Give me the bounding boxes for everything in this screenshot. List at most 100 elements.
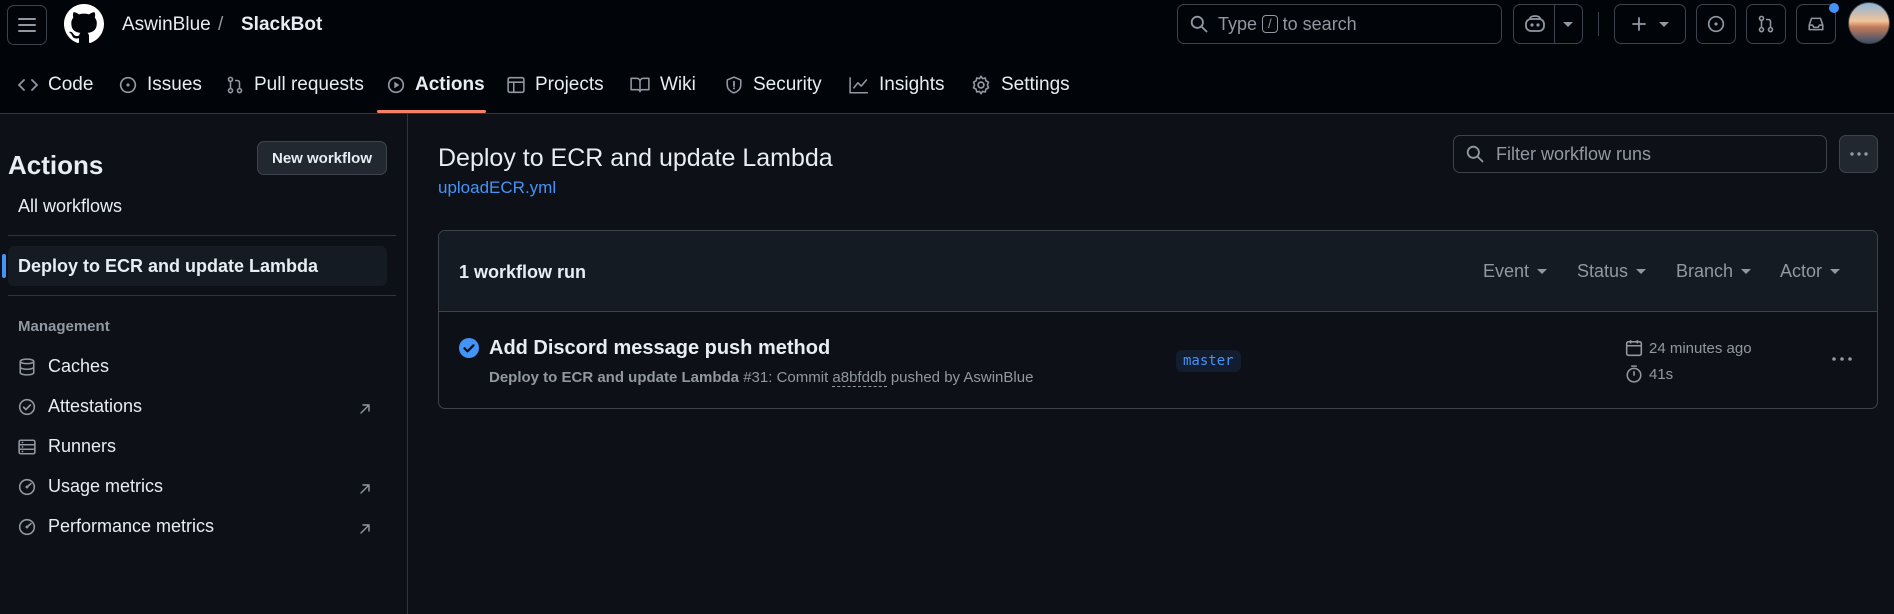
graph-icon — [849, 77, 868, 94]
tab-actions[interactable]: Actions — [387, 70, 485, 100]
tab-code[interactable]: Code — [18, 70, 93, 100]
tab-label: Code — [48, 74, 94, 95]
menu-button[interactable] — [7, 5, 47, 45]
run-duration: 41s — [1625, 365, 1673, 383]
chevron-down-icon — [1562, 21, 1573, 27]
filter-runs-input[interactable]: Filter workflow runs — [1453, 135, 1827, 173]
create-new-button[interactable] — [1614, 4, 1686, 44]
run-commit-prefix: : Commit — [768, 369, 829, 386]
success-check-icon — [459, 338, 479, 358]
tab-label: Settings — [1001, 74, 1070, 95]
branch-label[interactable]: master — [1176, 350, 1241, 372]
run-workflow-name: Deploy to ECR and update Lambda — [489, 369, 740, 386]
meter-icon — [18, 478, 36, 495]
filter-event[interactable]: Event — [1483, 261, 1548, 282]
filter-actor[interactable]: Actor — [1780, 261, 1841, 282]
database-icon — [19, 357, 35, 376]
filter-label: Actor — [1780, 261, 1823, 281]
workflow-file-link[interactable]: uploadECR.yml — [438, 178, 556, 198]
repo-owner-link[interactable]: AswinBlue — [122, 14, 211, 36]
run-meta: Deploy to ECR and update Lambda #31: Com… — [489, 369, 1033, 387]
pull-request-icon — [227, 76, 243, 94]
new-workflow-button[interactable]: New workflow — [257, 141, 387, 175]
avatar[interactable] — [1848, 2, 1890, 44]
chevron-down-icon — [1830, 269, 1841, 274]
filter-status[interactable]: Status — [1577, 261, 1647, 282]
search-suffix: to search — [1282, 13, 1357, 34]
run-time-ago: 24 minutes ago — [1625, 339, 1752, 357]
tab-pull-requests[interactable]: Pull requests — [226, 70, 364, 100]
time-ago-text: 24 minutes ago — [1649, 339, 1752, 357]
global-header: AswinBlue / SlackBot Type / to search Co… — [0, 0, 1894, 114]
plus-icon — [1632, 17, 1646, 31]
sidebar-item-selected-workflow[interactable]: Deploy to ECR and update Lambda — [2, 246, 387, 286]
global-search-input[interactable]: Type / to search — [1177, 4, 1502, 44]
sidebar-item-label: Caches — [48, 356, 110, 376]
tab-label: Security — [753, 74, 822, 95]
filter-label: Event — [1483, 261, 1530, 281]
tab-label: Pull requests — [254, 74, 364, 95]
chevron-down-icon — [1741, 269, 1752, 274]
pull-requests-button[interactable] — [1746, 4, 1786, 44]
tab-label: Actions — [415, 74, 485, 95]
duration-text: 41s — [1649, 365, 1674, 383]
play-icon — [387, 76, 405, 94]
run-count: 1 workflow run — [459, 262, 587, 282]
stopwatch-icon — [1626, 365, 1642, 383]
tab-label: Issues — [147, 74, 202, 95]
verified-icon — [18, 398, 36, 415]
issues-button[interactable] — [1696, 4, 1736, 44]
active-tab-indicator — [377, 110, 486, 113]
filter-branch[interactable]: Branch — [1676, 261, 1752, 282]
inbox-icon — [1808, 17, 1824, 31]
sidebar-item-runners[interactable]: Runners — [18, 436, 116, 457]
selected-indicator — [2, 254, 6, 278]
issue-icon — [119, 76, 137, 94]
header-divider — [1598, 12, 1599, 36]
tab-settings[interactable]: Settings — [971, 70, 1070, 100]
sidebar-item-label: Usage metrics — [48, 476, 164, 496]
server-icon — [18, 438, 36, 455]
shield-icon — [726, 76, 742, 94]
workflow-more-button[interactable] — [1839, 135, 1878, 173]
tab-projects[interactable]: Projects — [507, 70, 604, 100]
actions-sidebar: Actions New workflow All workflows Deplo… — [0, 114, 408, 614]
table-icon — [507, 76, 525, 94]
github-logo-icon — [64, 4, 104, 44]
sidebar-item-label: Attestations — [48, 396, 143, 416]
sidebar-item-label: Runners — [48, 436, 117, 456]
hamburger-icon — [18, 18, 36, 32]
github-logo[interactable] — [64, 4, 104, 44]
run-title-link[interactable]: Add Discord message push method — [489, 337, 830, 360]
tab-issues[interactable]: Issues — [119, 70, 202, 100]
sidebar-item-performance-metrics[interactable]: Performance metrics — [18, 516, 214, 537]
sidebar-item-label: Performance metrics — [48, 516, 215, 536]
tab-wiki[interactable]: Wiki — [630, 70, 696, 100]
external-link-icon — [360, 484, 370, 494]
commit-sha-link[interactable]: a8bfddb — [832, 369, 887, 387]
kebab-horizontal-icon — [1849, 152, 1868, 156]
gear-icon — [972, 75, 990, 95]
sidebar-item-attestations[interactable]: Attestations — [18, 396, 142, 417]
tab-insights[interactable]: Insights — [849, 70, 944, 100]
external-link-icon — [360, 524, 370, 534]
sidebar-item-label: Deploy to ECR and update Lambda — [18, 256, 319, 276]
filter-placeholder: Filter workflow runs — [1496, 143, 1652, 164]
sidebar-item-all-workflows[interactable]: All workflows — [18, 196, 122, 217]
code-icon — [18, 79, 38, 91]
sidebar-item-usage-metrics[interactable]: Usage metrics — [18, 476, 163, 497]
meter-icon — [18, 518, 36, 535]
kebab-horizontal-icon — [1832, 357, 1852, 361]
tab-security[interactable]: Security — [725, 70, 822, 100]
repo-name-link[interactable]: SlackBot — [241, 14, 322, 36]
external-link-icon — [360, 404, 370, 414]
book-icon — [630, 77, 650, 93]
sidebar-divider — [8, 235, 396, 236]
search-icon — [1190, 15, 1208, 33]
sidebar-divider — [8, 295, 396, 296]
copilot-button[interactable] — [1513, 4, 1583, 44]
sidebar-item-caches[interactable]: Caches — [18, 356, 109, 377]
run-more-button[interactable] — [1830, 352, 1854, 366]
breadcrumb-separator: / — [218, 14, 224, 35]
sidebar-item-label: All workflows — [18, 196, 123, 216]
